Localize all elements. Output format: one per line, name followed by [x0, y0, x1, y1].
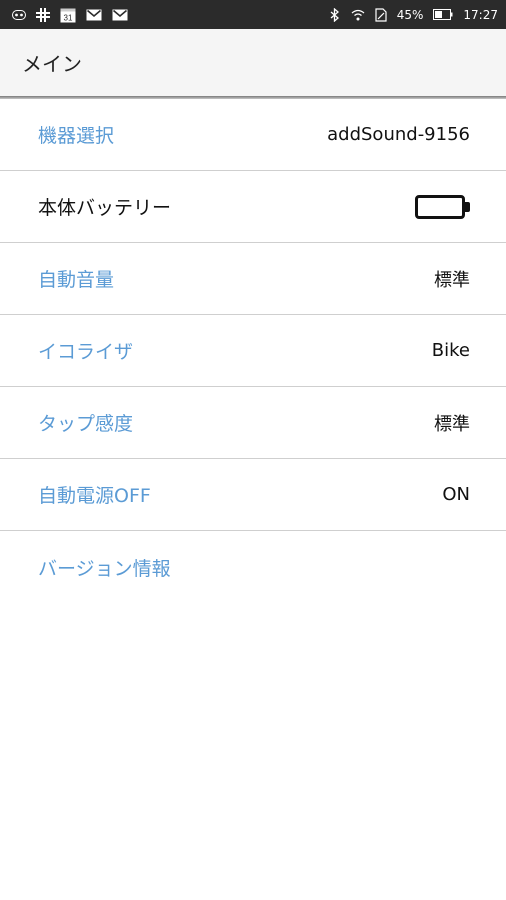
setting-value: 標準 — [434, 269, 470, 291]
voicemail-icon — [12, 9, 26, 20]
system-icons: 45% 17:27 — [329, 7, 498, 22]
setting-auto-power-off[interactable]: 自動電源OFF ON — [0, 459, 506, 531]
setting-label: タップ感度 — [38, 413, 134, 435]
setting-value: ON — [442, 484, 470, 505]
page-title: メイン — [22, 52, 82, 76]
status-battery-icon — [433, 9, 453, 20]
notification-icons: 31 — [12, 7, 128, 23]
setting-value: addSound-9156 — [327, 124, 470, 145]
gmail-icon — [86, 9, 102, 21]
setting-device-select[interactable]: 機器選択 addSound-9156 — [0, 99, 506, 171]
setting-label: 機器選択 — [38, 125, 115, 147]
setting-label: イコライザ — [38, 341, 134, 363]
wifi-icon — [351, 9, 365, 21]
gmail-icon — [112, 9, 128, 21]
no-sim-icon — [375, 7, 387, 22]
settings-list: 機器選択 addSound-9156 本体バッテリー 自動音量 標準 イコライザ… — [0, 99, 506, 603]
status-bar: 31 45% 17:27 — [0, 0, 506, 29]
setting-value: Bike — [431, 340, 470, 361]
battery-full-icon — [415, 194, 470, 219]
clock: 17:27 — [463, 7, 498, 22]
setting-label: 自動音量 — [38, 269, 115, 291]
calendar-date: 31 — [64, 13, 73, 22]
setting-auto-volume[interactable]: 自動音量 標準 — [0, 243, 506, 315]
setting-label: 本体バッテリー — [38, 197, 172, 219]
setting-value: 標準 — [434, 413, 470, 435]
setting-equalizer[interactable]: イコライザ Bike — [0, 315, 506, 387]
battery-percent: 45% — [396, 7, 424, 22]
setting-battery: 本体バッテリー — [0, 171, 506, 243]
calendar-icon: 31 — [60, 7, 76, 23]
setting-label: バージョン情報 — [38, 557, 171, 580]
setting-tap-sensitivity[interactable]: タップ感度 標準 — [0, 387, 506, 459]
bluetooth-icon — [329, 7, 341, 22]
app-bar: メイン — [0, 29, 506, 96]
setting-label: 自動電源OFF — [38, 485, 151, 507]
slack-icon — [36, 7, 50, 22]
setting-version-info[interactable]: バージョン情報 — [0, 531, 506, 603]
